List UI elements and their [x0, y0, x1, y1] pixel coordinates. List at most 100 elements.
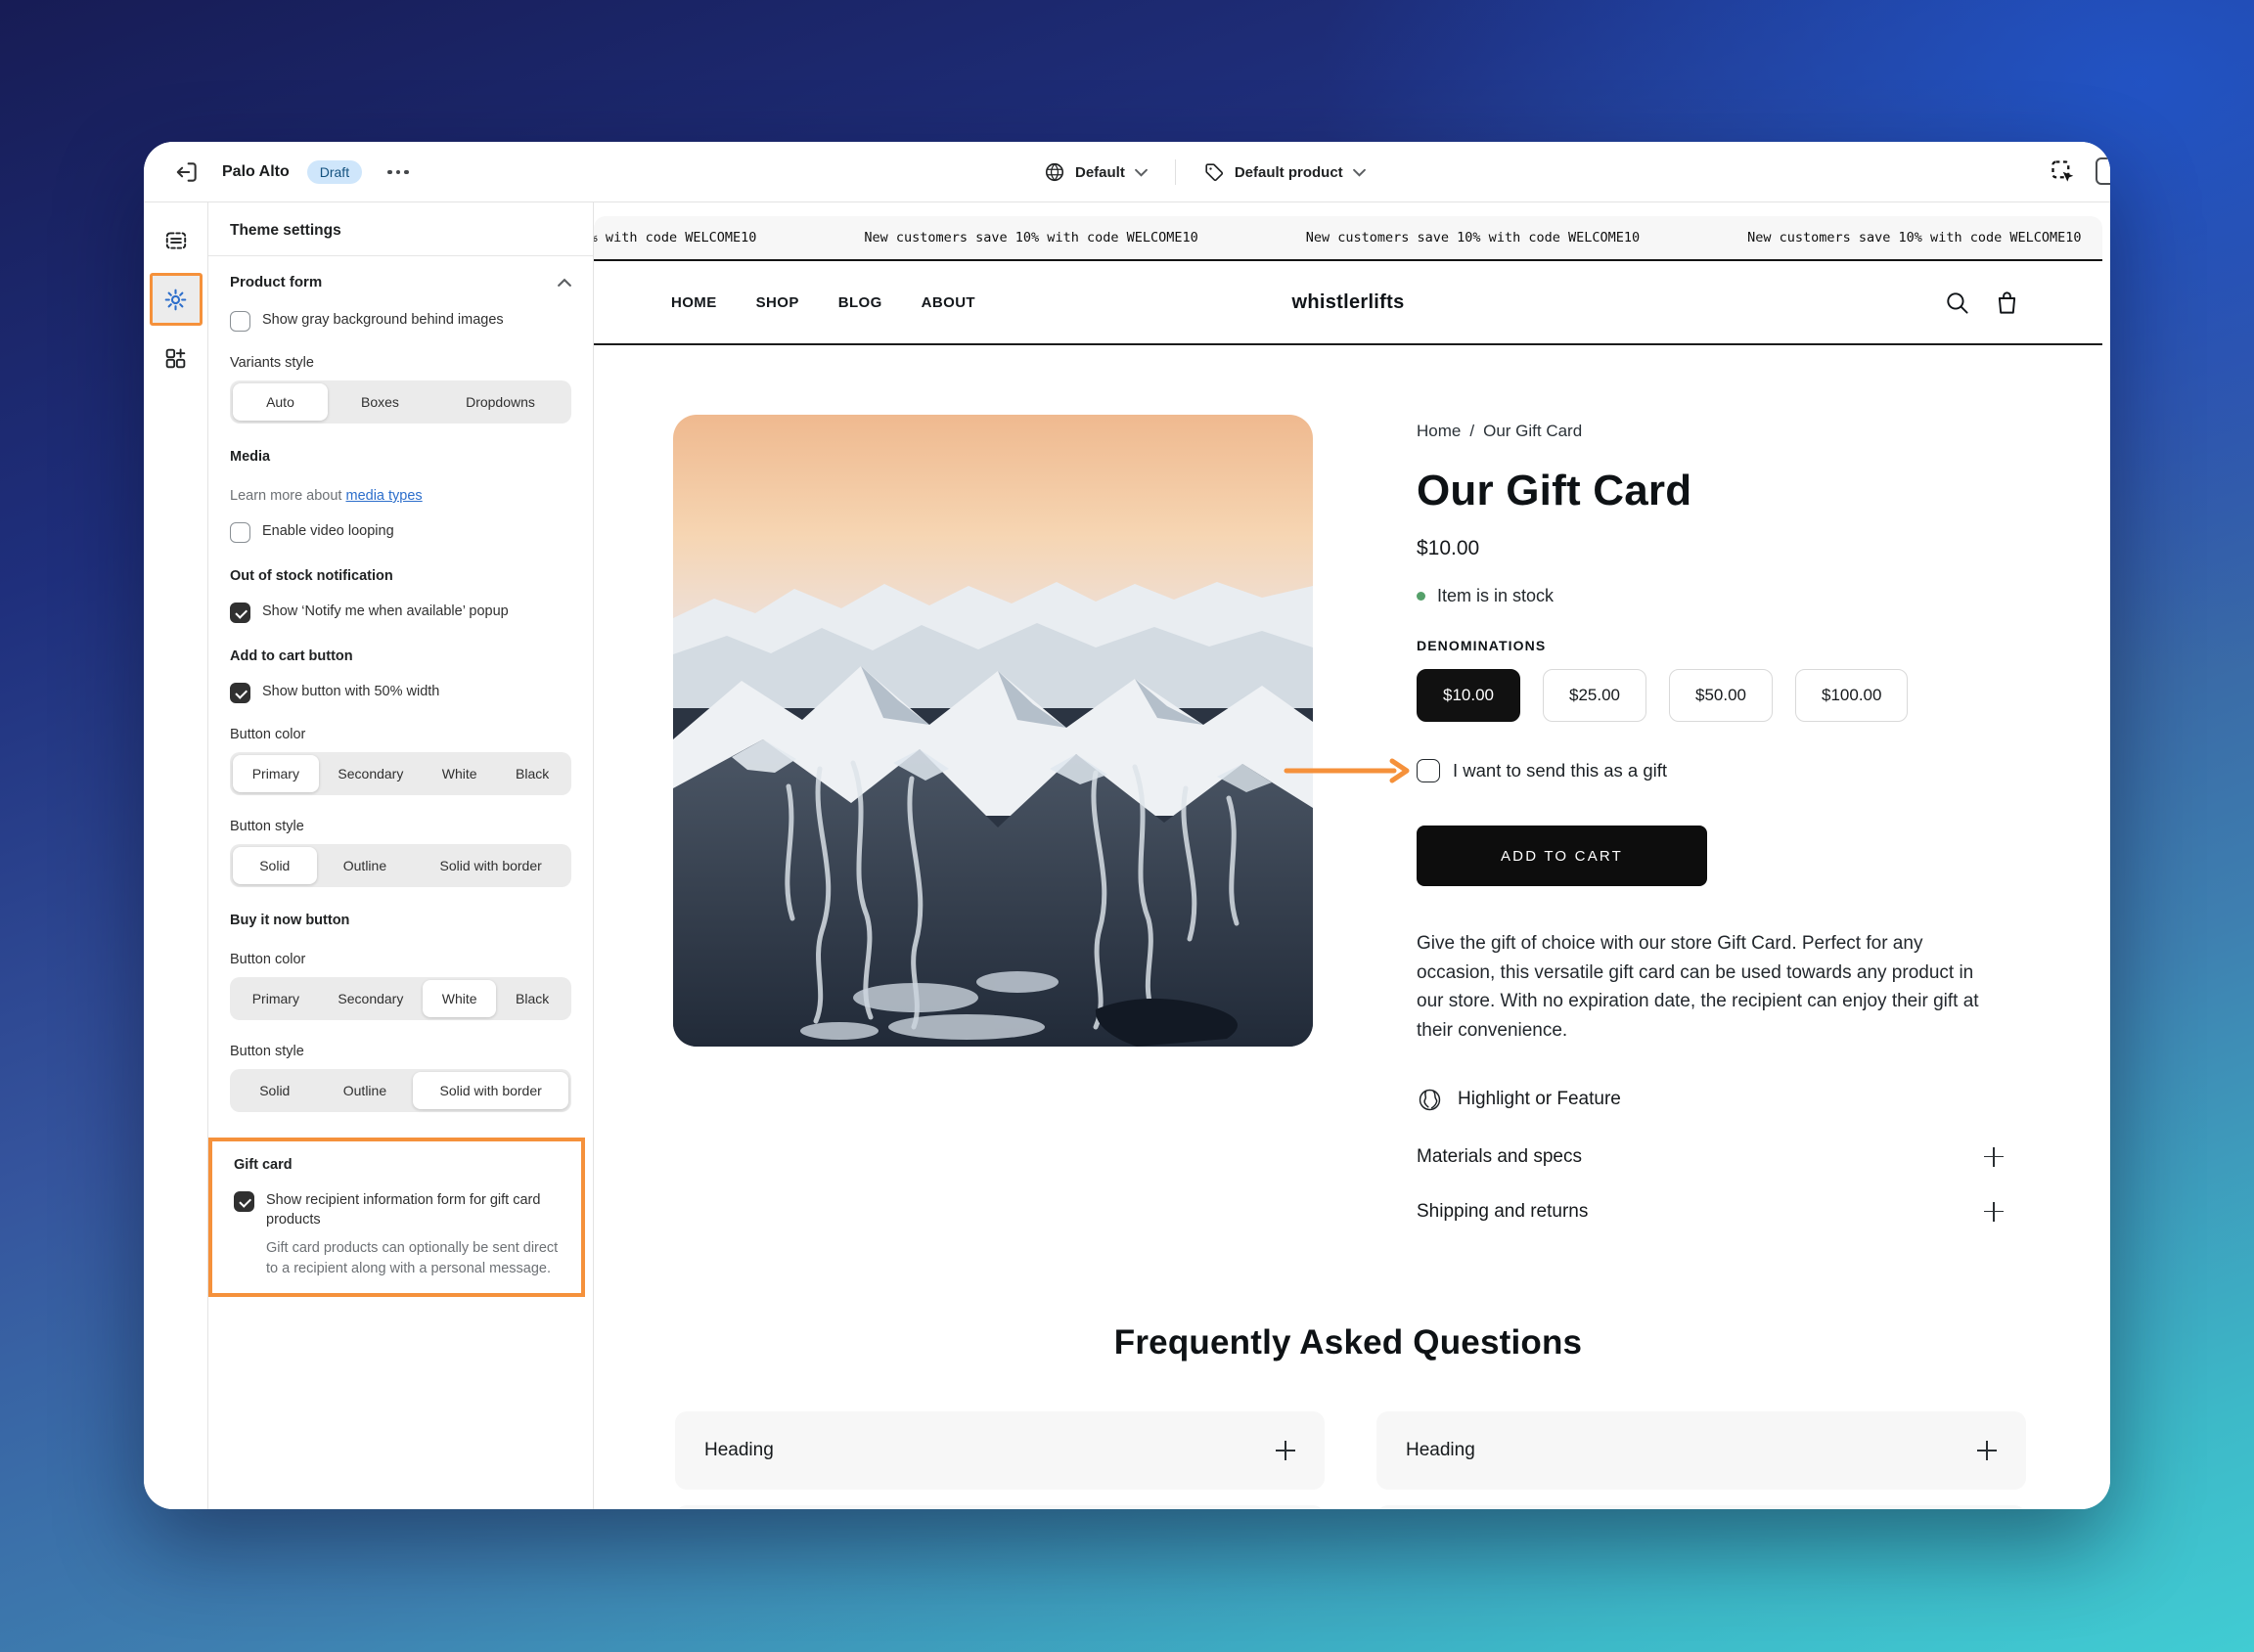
- nav-link-shop[interactable]: SHOP: [756, 294, 799, 311]
- buy-now-button-style-segmented: Solid Outline Solid with border: [230, 1069, 571, 1112]
- add-to-cart-button[interactable]: ADD TO CART: [1417, 826, 1707, 886]
- media-heading: Media: [230, 449, 571, 465]
- breadcrumb-current: Our Gift Card: [1483, 422, 1582, 441]
- segment-option[interactable]: Secondary: [319, 755, 423, 792]
- tag-icon: [1203, 161, 1225, 183]
- faq-accordion-card[interactable]: [675, 1505, 1325, 1509]
- segment-option[interactable]: Secondary: [319, 980, 423, 1017]
- chevron-up-icon: [558, 278, 571, 288]
- checkbox-unchecked[interactable]: [230, 311, 250, 332]
- store-logo[interactable]: whistlerlifts: [1291, 291, 1404, 314]
- segment-option[interactable]: Solid: [233, 1072, 317, 1109]
- exit-editor-button[interactable]: [169, 155, 204, 190]
- send-as-gift-row[interactable]: I want to send this as a gift: [1417, 759, 2072, 782]
- segment-option[interactable]: Dropdowns: [432, 383, 568, 421]
- product-info: Home / Our Gift Card Our Gift Card $10.0…: [1417, 422, 2072, 1223]
- rail-apps-button[interactable]: [154, 335, 199, 380]
- faq-accordion-card[interactable]: Heading: [675, 1411, 1325, 1490]
- theme-editor-window: Palo Alto Draft Default: [144, 142, 2110, 1509]
- cart-bag-icon[interactable]: [1994, 290, 2020, 316]
- search-icon[interactable]: [1944, 290, 1970, 316]
- segment-option[interactable]: Boxes: [328, 383, 432, 421]
- nav-link-about[interactable]: ABOUT: [922, 294, 975, 311]
- show-gray-bg-checkbox-row[interactable]: Show gray background behind images: [230, 310, 571, 332]
- half-width-checkbox-row[interactable]: Show button with 50% width: [230, 682, 571, 703]
- denomination-option[interactable]: $10.00: [1417, 669, 1520, 722]
- buy-now-heading: Buy it now button: [230, 913, 571, 928]
- nav-link-home[interactable]: HOME: [671, 294, 717, 311]
- editor-topbar: Palo Alto Draft Default: [144, 142, 2110, 202]
- denomination-option[interactable]: $100.00: [1795, 669, 1908, 722]
- gift-card-highlight-annotation: Gift card Show recipient information for…: [208, 1138, 585, 1297]
- segment-option[interactable]: White: [423, 755, 496, 792]
- rail-theme-settings-button[interactable]: [150, 273, 203, 326]
- plus-icon: [1984, 1202, 2004, 1222]
- atc-button-style-segmented: Solid Outline Solid with border: [230, 844, 571, 887]
- gift-checkbox-unchecked[interactable]: [1417, 759, 1440, 782]
- gift-card-help-text: Gift card products can optionally be sen…: [266, 1238, 560, 1279]
- checkbox-checked[interactable]: [230, 683, 250, 703]
- segment-option[interactable]: Solid with border: [413, 847, 568, 884]
- stock-dot-icon: [1417, 592, 1425, 601]
- sections-icon: [163, 228, 189, 253]
- segment-option[interactable]: Outline: [317, 1072, 414, 1109]
- buy-now-button-style-label: Button style: [230, 1044, 571, 1059]
- breadcrumb: Home / Our Gift Card: [1417, 422, 2072, 441]
- accordion-shipping[interactable]: Shipping and returns: [1417, 1201, 2004, 1223]
- checkbox-unchecked[interactable]: [230, 522, 250, 543]
- product-title: Our Gift Card: [1417, 467, 2072, 515]
- segment-option[interactable]: Auto: [233, 383, 328, 421]
- nav-link-blog[interactable]: BLOG: [838, 294, 882, 311]
- variants-style-label: Variants style: [230, 355, 571, 371]
- gift-card-heading: Gift card: [234, 1157, 560, 1173]
- settings-gear-icon: [163, 288, 188, 312]
- stock-status: Item is in stock: [1417, 586, 2072, 606]
- buy-now-button-color-label: Button color: [230, 952, 571, 967]
- breadcrumb-home[interactable]: Home: [1417, 422, 1461, 441]
- checkbox-checked[interactable]: [234, 1191, 254, 1212]
- video-looping-checkbox-row[interactable]: Enable video looping: [230, 521, 571, 543]
- segment-option[interactable]: White: [423, 980, 496, 1017]
- theme-name: Palo Alto: [222, 163, 290, 181]
- segment-option[interactable]: Solid with border: [413, 1072, 568, 1109]
- accordion-materials[interactable]: Materials and specs: [1417, 1146, 2004, 1168]
- segment-option[interactable]: Black: [496, 755, 568, 792]
- announcement-text: New customers save 10% with code WELCOME…: [594, 230, 756, 246]
- segment-option[interactable]: Primary: [233, 980, 319, 1017]
- gift-recipient-checkbox-row[interactable]: Show recipient information form for gift…: [234, 1190, 560, 1230]
- highlight-feature-row[interactable]: Highlight or Feature: [1417, 1087, 2072, 1113]
- faq-accordion-card[interactable]: [1376, 1505, 2026, 1509]
- plus-icon: [1977, 1441, 1997, 1460]
- media-help: Learn more about media types: [230, 488, 571, 504]
- segment-option[interactable]: Black: [496, 980, 568, 1017]
- denomination-option[interactable]: $50.00: [1669, 669, 1773, 722]
- more-horizontal-icon[interactable]: [387, 170, 409, 175]
- denomination-option[interactable]: $25.00: [1543, 669, 1646, 722]
- segment-option[interactable]: Primary: [233, 755, 319, 792]
- atc-heading: Add to cart button: [230, 648, 571, 664]
- locale-selector[interactable]: Default: [1044, 161, 1148, 183]
- plus-icon: [1276, 1441, 1295, 1460]
- back-icon: [174, 159, 200, 185]
- breadcrumb-separator: /: [1469, 422, 1474, 441]
- clipped-toolbar-icon[interactable]: [2096, 157, 2110, 185]
- product-context-selector[interactable]: Default product: [1203, 161, 1366, 183]
- inspect-icon[interactable]: [2046, 155, 2081, 190]
- atc-button-color-label: Button color: [230, 727, 571, 742]
- topbar-divider: [1175, 159, 1176, 185]
- product-image-mountains[interactable]: [673, 415, 1313, 1047]
- segment-option[interactable]: Outline: [317, 847, 414, 884]
- announcement-text: New customers save 10% with code WELCOME…: [1747, 230, 2081, 246]
- media-types-link[interactable]: media types: [346, 488, 423, 504]
- plus-icon: [1984, 1147, 2004, 1167]
- segment-option[interactable]: Solid: [233, 847, 317, 884]
- product-form-section-header[interactable]: Product form: [230, 274, 571, 290]
- notify-popup-checkbox-row[interactable]: Show ‘Notify me when available’ popup: [230, 602, 553, 623]
- faq-accordion-card[interactable]: Heading: [1376, 1411, 2026, 1490]
- product-page: Home / Our Gift Card Our Gift Card $10.0…: [594, 345, 2110, 1509]
- chevron-down-icon: [1353, 168, 1366, 177]
- rail-sections-button[interactable]: [154, 218, 199, 263]
- apps-icon: [163, 346, 188, 371]
- checkbox-checked[interactable]: [230, 603, 250, 623]
- product-context-label: Default product: [1235, 164, 1343, 181]
